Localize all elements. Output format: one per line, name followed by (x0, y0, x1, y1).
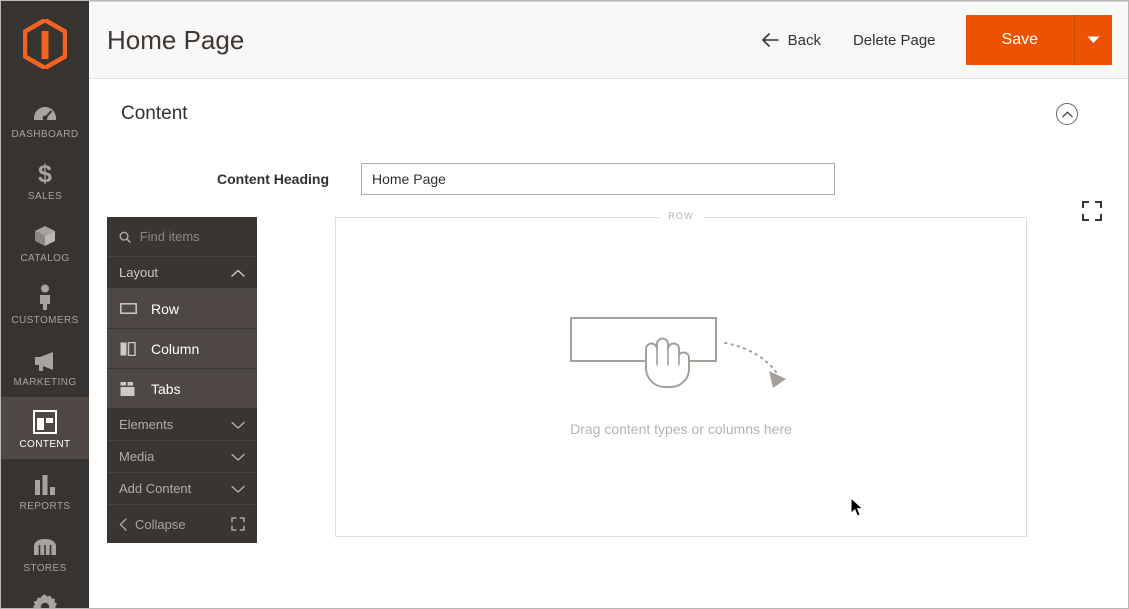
page-header: Home Page Back Delete Page Save (89, 1, 1128, 79)
sidebar-item-dashboard[interactable]: DASHBOARD (1, 87, 89, 149)
page-title: Home Page (107, 24, 245, 55)
sidebar-item-reports[interactable]: REPORTS (1, 459, 89, 521)
panel-group-add-content[interactable]: Add Content (107, 473, 257, 505)
panel-collapse-label[interactable]: Collapse (135, 517, 223, 532)
admin-window: DASHBOARD $ SALES CATALOG CUSTOMERS MARK… (0, 0, 1129, 609)
content-heading-label: Content Heading (217, 171, 329, 187)
fullscreen-expand-icon[interactable] (231, 517, 245, 531)
sidebar-item-sales[interactable]: $ SALES (1, 149, 89, 211)
sidebar-label-marketing: MARKETING (13, 377, 77, 388)
panel-item-row-label: Row (151, 300, 180, 317)
chevron-down-icon (231, 485, 245, 493)
panel-search-row[interactable] (107, 217, 257, 257)
hand-drag-arrow-illustration (570, 317, 786, 389)
chevron-down-icon (231, 421, 245, 429)
content-heading-input[interactable] (361, 163, 835, 195)
content-section-header: Content (105, 79, 1112, 133)
panel-group-layout-label: Layout (119, 265, 159, 280)
row-empty-text: Drag content types or columns here (570, 421, 792, 437)
megaphone-icon (32, 346, 58, 372)
content-heading-field-row: Content Heading (105, 163, 1112, 195)
person-icon (36, 284, 54, 310)
section-title: Content (121, 103, 188, 124)
svg-text:$: $ (38, 160, 52, 186)
sidebar-label-content: CONTENT (19, 439, 71, 450)
layout-panels-icon (33, 408, 57, 434)
panel-footer: Collapse (107, 505, 257, 543)
panel-group-add-content-label: Add Content (119, 481, 192, 496)
admin-sidebar: DASHBOARD $ SALES CATALOG CUSTOMERS MARK… (1, 1, 89, 608)
sidebar-label-reports: REPORTS (19, 501, 71, 512)
panel-item-row[interactable]: Row (107, 289, 257, 329)
panel-group-media-label: Media (119, 449, 155, 464)
panel-item-tabs[interactable]: Tabs (107, 369, 257, 409)
save-dropdown-button[interactable] (1074, 15, 1112, 65)
sidebar-label-customers: CUSTOMERS (11, 315, 79, 326)
gear-icon (32, 594, 58, 608)
magento-logo[interactable] (21, 19, 69, 69)
sidebar-label-dashboard: DASHBOARD (11, 129, 79, 140)
header-actions: Back Delete Page Save (747, 15, 1112, 65)
box-icon (33, 222, 57, 248)
column-split-icon (119, 341, 137, 356)
sidebar-label-sales: SALES (27, 191, 63, 202)
bar-chart-icon (33, 470, 57, 496)
back-button-label: Back (787, 31, 821, 49)
panel-group-elements-label: Elements (119, 417, 174, 432)
panel-group-layout[interactable]: Layout (107, 257, 257, 289)
chevron-down-icon (1087, 36, 1100, 43)
arrow-left-icon (761, 33, 779, 47)
panel-item-tabs-label: Tabs (151, 380, 181, 397)
sidebar-label-catalog: CATALOG (20, 253, 70, 264)
back-button[interactable]: Back (747, 24, 835, 57)
chevron-left-icon[interactable] (119, 517, 127, 531)
delete-page-button[interactable]: Delete Page (835, 24, 954, 57)
save-button[interactable]: Save (965, 15, 1074, 65)
sidebar-item-stores[interactable]: STORES (1, 521, 89, 583)
sidebar-item-content[interactable]: CONTENT (1, 397, 89, 459)
sidebar-item-system[interactable] (1, 583, 89, 608)
panel-group-media[interactable]: Media (107, 441, 257, 473)
dashboard-gauge-icon (33, 98, 57, 124)
search-icon (119, 231, 131, 243)
main-area: Home Page Back Delete Page Save Content … (89, 1, 1128, 608)
row-empty-placeholder: Drag content types or columns here (336, 218, 1026, 536)
sidebar-item-catalog[interactable]: CATALOG (1, 211, 89, 273)
stage-row[interactable]: ROW Drag content types or columns here (335, 211, 1027, 537)
chevron-up-icon (231, 269, 245, 277)
panel-search-input[interactable] (139, 229, 245, 244)
page-builder-panel: Layout Row (107, 217, 257, 543)
chevron-up-circle-icon (1061, 111, 1073, 117)
page-builder-stage: ROW Drag content types or columns here (335, 211, 1027, 537)
sidebar-item-customers[interactable]: CUSTOMERS (1, 273, 89, 335)
storefront-icon (32, 532, 58, 558)
save-button-group: Save (965, 15, 1112, 65)
dollar-sign-icon: $ (35, 160, 55, 186)
panel-item-column[interactable]: Column (107, 329, 257, 369)
panel-item-column-label: Column (151, 340, 200, 357)
section-collapse-button[interactable] (1056, 103, 1078, 125)
content-section: Content Content Heading Home Page Find i… (89, 79, 1128, 608)
row-rectangle-icon (119, 303, 137, 314)
sidebar-label-stores: STORES (23, 563, 67, 574)
panel-group-elements[interactable]: Elements (107, 409, 257, 441)
sidebar-item-marketing[interactable]: MARKETING (1, 335, 89, 397)
chevron-down-icon (231, 453, 245, 461)
page-builder: Layout Row (105, 211, 1112, 543)
tabs-icon (119, 381, 137, 396)
magento-logo-icon (23, 19, 67, 69)
